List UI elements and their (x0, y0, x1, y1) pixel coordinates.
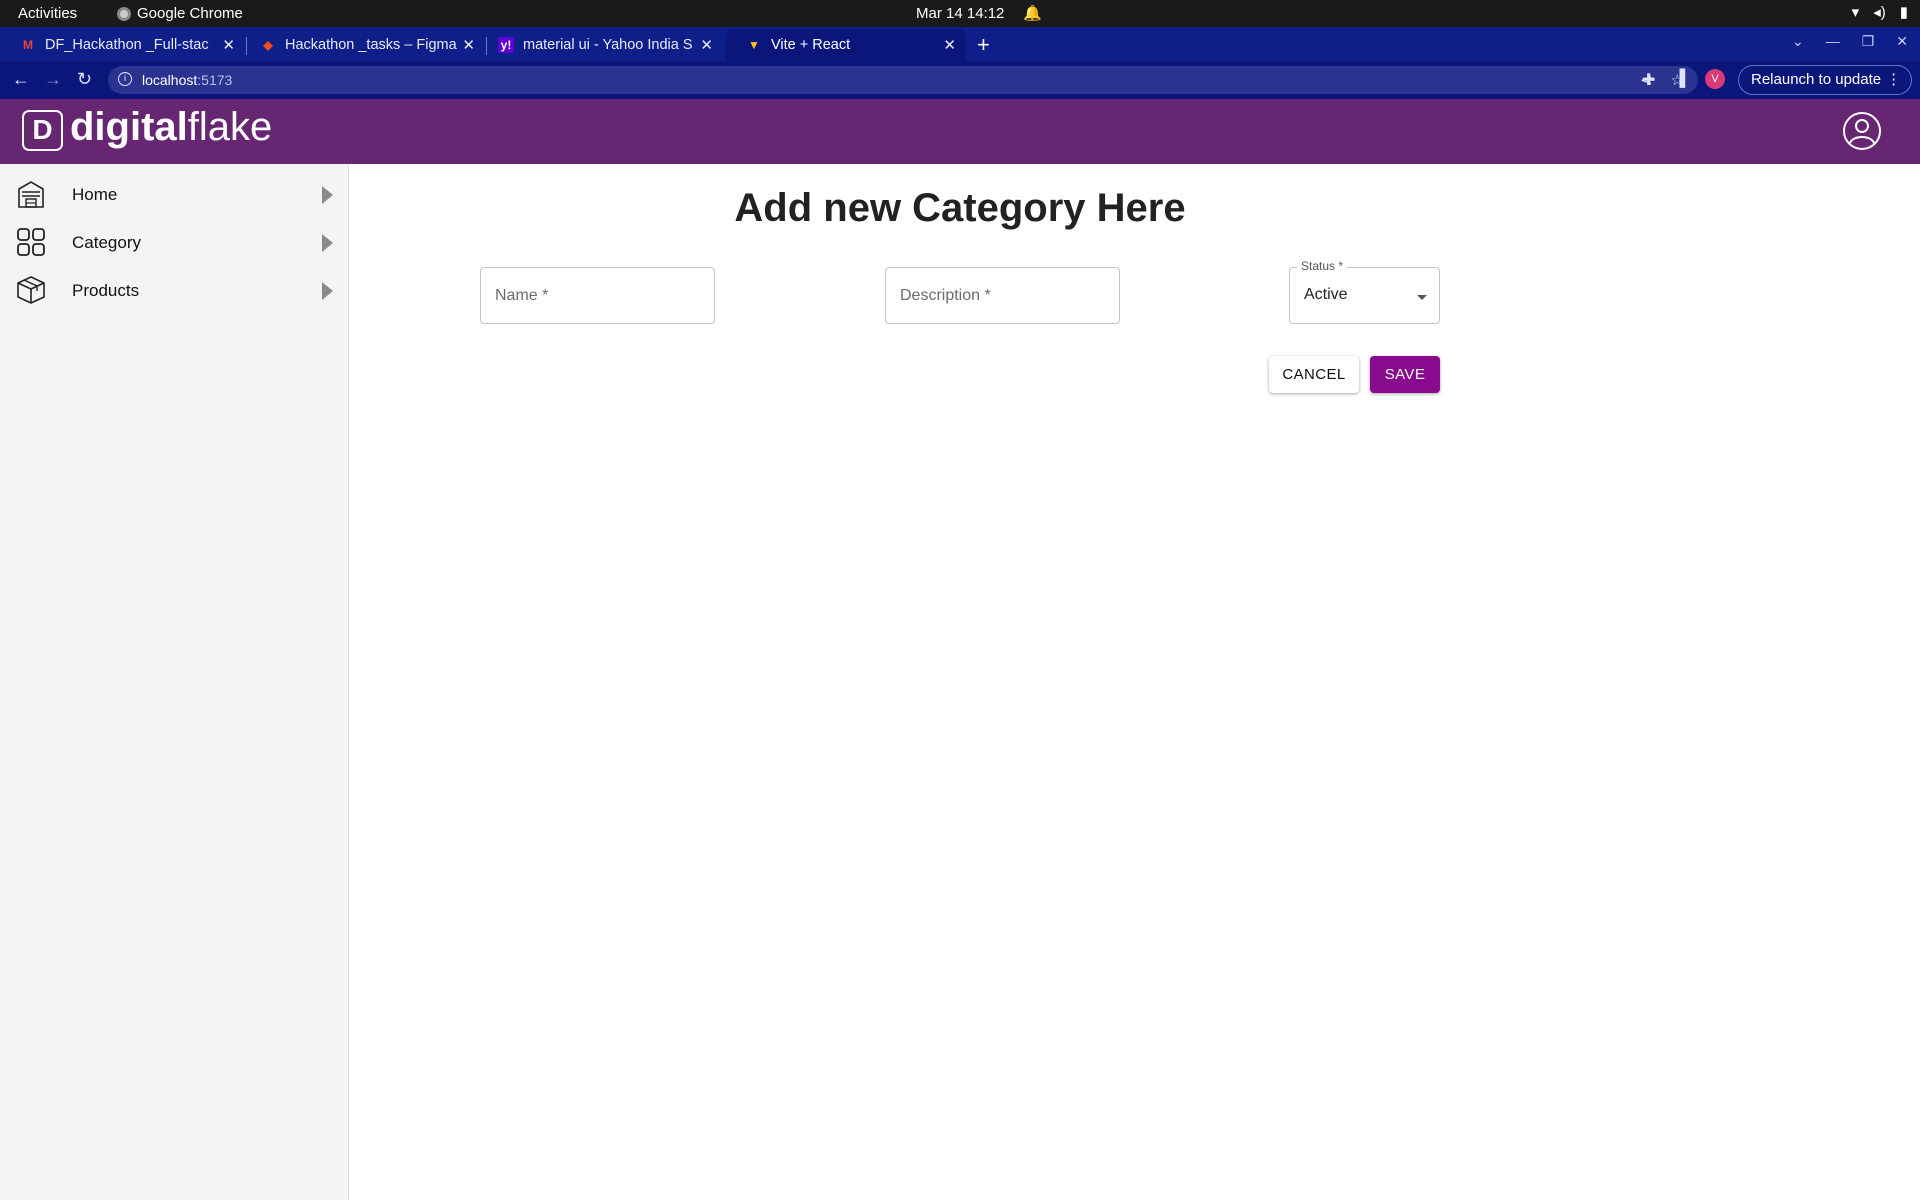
sidebar-item-products[interactable]: Products (0, 267, 349, 315)
sidebar-item-label: Home (72, 185, 118, 204)
back-icon[interactable]: ← (12, 69, 30, 90)
chrome-icon (117, 6, 131, 21)
cancel-button[interactable]: CANCEL (1269, 356, 1359, 393)
close-tab-icon[interactable]: ✕ (462, 36, 475, 54)
system-top-bar: Activities Google Chrome Mar 14 14:12 🔔 … (0, 0, 1920, 27)
user-account-icon[interactable] (1842, 111, 1882, 151)
volume-icon: ◂) (1873, 4, 1886, 21)
battery-icon: ▮ (1899, 4, 1908, 21)
tab-title: material ui - Yahoo India S (523, 37, 693, 53)
forward-icon[interactable]: → (44, 69, 62, 90)
vite-icon: ▼ (748, 38, 760, 52)
sidebar-item-category[interactable]: Category (0, 219, 349, 267)
sidebar-item-home[interactable]: Home (0, 171, 349, 219)
tab-title: Vite + React (771, 37, 851, 53)
restore-icon[interactable]: ❐ (1862, 33, 1875, 50)
products-box-icon (17, 276, 45, 304)
browser-tab-strip: M DF_Hackathon _Full-stac ✕ ◆ Hackathon … (0, 27, 1920, 61)
activities-button[interactable]: Activities (18, 5, 77, 22)
browser-tab[interactable]: y! material ui - Yahoo India S ✕ (478, 29, 723, 61)
address-bar[interactable]: i localhost:5173 ⋖ ☆ (108, 66, 1698, 94)
browser-tab-active[interactable]: ▼ Vite + React ✕ (726, 29, 966, 61)
close-tab-icon[interactable]: ✕ (222, 36, 235, 54)
chevron-right-icon (322, 282, 333, 300)
sidebar: Home Category Products (0, 164, 349, 1200)
browser-toolbar: ← → ↻ i localhost:5173 ⋖ ☆ ✚ ▐ V Relaunc… (0, 61, 1920, 99)
relaunch-label: Relaunch to update (1751, 71, 1882, 88)
chevron-right-icon (322, 234, 333, 252)
page-title: Add new Category Here (734, 186, 1186, 230)
category-grid-icon (17, 228, 45, 256)
home-icon (18, 181, 44, 208)
relaunch-to-update-button[interactable]: Relaunch to update ⋮ (1738, 65, 1913, 95)
status-select[interactable]: Active (1289, 267, 1440, 324)
gmail-icon: M (23, 38, 33, 52)
close-tab-icon[interactable]: ✕ (700, 36, 713, 54)
dropdown-caret-icon (1417, 295, 1427, 300)
brand-logo-icon: D (22, 110, 63, 151)
minimize-icon[interactable]: — (1826, 33, 1840, 50)
app-menu[interactable]: Google Chrome (117, 5, 243, 22)
name-input[interactable] (481, 268, 714, 323)
wifi-icon: ▾ (1851, 4, 1860, 21)
brand-wordmark: digitalflake (70, 105, 273, 149)
name-field[interactable] (480, 267, 715, 324)
close-window-icon[interactable]: ✕ (1896, 33, 1908, 50)
side-panel-icon[interactable]: ▐ (1674, 70, 1685, 88)
app-header: D digitalflake (0, 99, 1920, 164)
kebab-menu-icon[interactable]: ⋮ (1886, 66, 1901, 94)
profile-avatar[interactable]: V (1705, 69, 1725, 89)
system-tray[interactable]: ▾ ◂) ▮ (1852, 3, 1908, 21)
sidebar-item-label: Category (72, 233, 141, 252)
chevron-right-icon (322, 186, 333, 204)
browser-tab[interactable]: M DF_Hackathon _Full-stac ✕ (0, 29, 245, 61)
site-info-icon[interactable]: i (118, 72, 132, 86)
system-clock[interactable]: Mar 14 14:12 (916, 5, 1004, 22)
url-text[interactable]: localhost:5173 (142, 72, 232, 88)
tab-search-icon[interactable]: ⌄ (1792, 33, 1804, 50)
tab-title: Hackathon _tasks – Figma (285, 37, 457, 53)
close-tab-icon[interactable]: ✕ (943, 36, 956, 54)
browser-tab[interactable]: ◆ Hackathon _tasks – Figma ✕ (240, 29, 485, 61)
description-input[interactable] (886, 268, 1119, 323)
status-label: Status * (1297, 259, 1348, 273)
save-button[interactable]: SAVE (1370, 356, 1440, 393)
figma-icon: ◆ (263, 38, 273, 52)
window-controls: ⌄ — ❐ ✕ (1792, 33, 1908, 50)
reload-icon[interactable]: ↻ (77, 69, 92, 90)
notification-bell-icon[interactable]: 🔔 (1023, 4, 1042, 22)
tab-title: DF_Hackathon _Full-stac (45, 37, 209, 53)
yahoo-icon: y! (498, 37, 514, 53)
extensions-puzzle-icon[interactable]: ✚ (1642, 70, 1655, 90)
new-tab-button[interactable]: + (977, 32, 990, 58)
sidebar-item-label: Products (72, 281, 140, 300)
status-selected-value: Active (1304, 286, 1348, 303)
description-field[interactable] (885, 267, 1120, 324)
app-name: Google Chrome (137, 5, 243, 22)
